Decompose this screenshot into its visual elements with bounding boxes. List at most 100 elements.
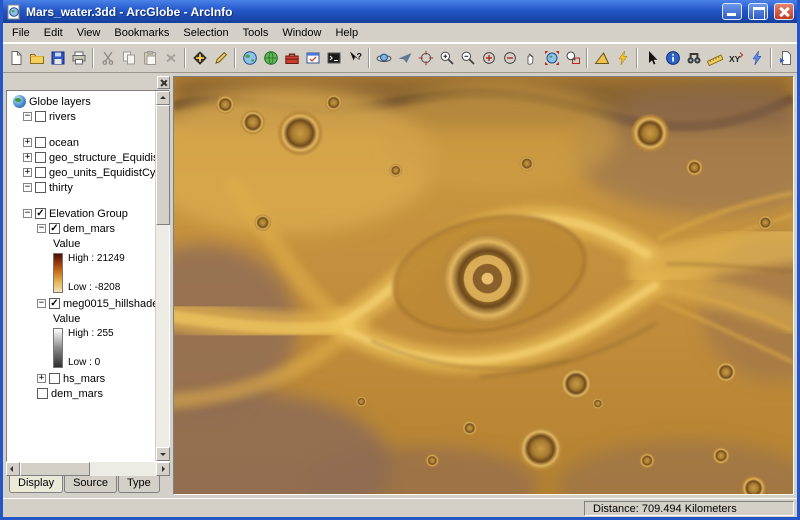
full-extent-button[interactable] xyxy=(541,47,562,69)
horizontal-scroll-track[interactable] xyxy=(20,462,156,476)
layer-label[interactable]: rivers xyxy=(49,111,76,123)
copy-button[interactable] xyxy=(118,47,139,69)
layer-checkbox[interactable] xyxy=(35,111,46,122)
layer-label[interactable]: geo_structure_EquidistC xyxy=(49,152,155,164)
scroll-up-button[interactable] xyxy=(156,91,170,105)
viewer-window-button[interactable] xyxy=(775,47,796,69)
print-button[interactable] xyxy=(68,47,89,69)
tab-type[interactable]: Type xyxy=(117,476,160,493)
zoom-in-button[interactable] xyxy=(436,47,457,69)
command-line-button[interactable] xyxy=(323,47,344,69)
toc-dock-grip[interactable] xyxy=(6,76,170,90)
scroll-down-button[interactable] xyxy=(156,447,170,461)
scroll-left-button[interactable] xyxy=(6,462,20,476)
editor-button[interactable] xyxy=(210,47,231,69)
toc-close-button[interactable] xyxy=(157,76,170,89)
legend-ramp-swatch xyxy=(53,253,63,293)
paste-button[interactable] xyxy=(139,47,160,69)
expand-toggle[interactable]: + xyxy=(37,374,46,383)
scroll-right-button[interactable] xyxy=(156,462,170,476)
expand-toggle[interactable]: + xyxy=(23,153,32,162)
tab-display[interactable]: Display xyxy=(9,476,64,493)
menu-file[interactable]: File xyxy=(5,24,37,42)
zoom-out-button[interactable] xyxy=(457,47,478,69)
menu-tools[interactable]: Tools xyxy=(236,24,276,42)
layer-label[interactable]: thirty xyxy=(49,182,73,194)
surface-slope-button[interactable] xyxy=(591,47,612,69)
layer-checkbox[interactable] xyxy=(35,137,46,148)
go-to-xy-button[interactable]: XY xyxy=(725,47,746,69)
menu-selection[interactable]: Selection xyxy=(176,24,235,42)
tab-source[interactable]: Source xyxy=(64,476,117,493)
title-bar[interactable]: Mars_water.3dd - ArcGlobe - ArcInfo xyxy=(3,0,797,23)
spatial-view-button[interactable] xyxy=(260,47,281,69)
save-button[interactable] xyxy=(47,47,68,69)
delete-button[interactable] xyxy=(160,47,181,69)
menu-help[interactable]: Help xyxy=(328,24,365,42)
find-button[interactable] xyxy=(683,47,704,69)
vertical-scroll-thumb[interactable] xyxy=(156,105,170,225)
layer-label[interactable]: Value xyxy=(53,313,80,325)
layer-label[interactable]: meg0015_hillshade.t xyxy=(63,298,155,310)
menu-edit[interactable]: Edit xyxy=(37,24,70,42)
layer-label[interactable]: dem_mars xyxy=(63,223,115,235)
pan-button[interactable] xyxy=(520,47,541,69)
menu-window[interactable]: Window xyxy=(275,24,328,42)
collapse-toggle[interactable]: − xyxy=(23,209,32,218)
map-viewport[interactable] xyxy=(173,76,794,495)
horizontal-scroll-thumb[interactable] xyxy=(20,462,90,476)
zoom-to-target-button[interactable] xyxy=(562,47,583,69)
layer-checkbox[interactable] xyxy=(35,152,46,163)
fixed-zoom-out-button[interactable] xyxy=(499,47,520,69)
layer-checkbox[interactable] xyxy=(35,182,46,193)
legend-low-label: Low : -8208 xyxy=(68,282,121,293)
toolbar-separator xyxy=(92,48,94,68)
layer-label[interactable]: dem_mars xyxy=(51,388,103,400)
navigate-button[interactable] xyxy=(373,47,394,69)
layer-label[interactable]: Globe layers xyxy=(29,96,91,108)
collapse-toggle[interactable]: − xyxy=(23,112,32,121)
fixed-zoom-in-button[interactable] xyxy=(478,47,499,69)
menu-bookmarks[interactable]: Bookmarks xyxy=(107,24,176,42)
expand-toggle[interactable]: + xyxy=(23,138,32,147)
layer-label[interactable]: ocean xyxy=(49,137,79,149)
toc-spacer xyxy=(7,195,155,206)
toc-vertical-scrollbar[interactable] xyxy=(155,91,170,461)
globe-view-button[interactable] xyxy=(239,47,260,69)
collapse-toggle[interactable]: − xyxy=(37,224,46,233)
select-features-button[interactable] xyxy=(641,47,662,69)
layer-label[interactable]: hs_mars xyxy=(63,373,105,385)
layer-label[interactable]: Elevation Group xyxy=(49,208,128,220)
layer-checkbox[interactable] xyxy=(35,167,46,178)
cut-button[interactable] xyxy=(97,47,118,69)
layer-checkbox[interactable]: ✓ xyxy=(49,223,60,234)
fly-button[interactable] xyxy=(394,47,415,69)
layer-checkbox[interactable] xyxy=(49,373,60,384)
toolbar: ? XY xyxy=(3,43,797,73)
open-button[interactable] xyxy=(26,47,47,69)
arctoolbox-button[interactable] xyxy=(281,47,302,69)
vertical-scroll-track[interactable] xyxy=(156,105,170,447)
layer-checkbox[interactable]: ✓ xyxy=(49,298,60,309)
close-button[interactable] xyxy=(774,3,794,20)
hyperlink-button[interactable] xyxy=(746,47,767,69)
menu-view[interactable]: View xyxy=(70,24,108,42)
toc-horizontal-scrollbar[interactable] xyxy=(6,462,170,476)
collapse-toggle[interactable]: − xyxy=(23,183,32,192)
center-on-target-button[interactable] xyxy=(415,47,436,69)
model-builder-button[interactable] xyxy=(302,47,323,69)
expand-toggle[interactable]: + xyxy=(23,168,32,177)
maximize-button[interactable] xyxy=(748,3,768,20)
measure-button[interactable] xyxy=(704,47,725,69)
spatial-analyst-button[interactable] xyxy=(612,47,633,69)
new-document-button[interactable] xyxy=(5,47,26,69)
add-data-button[interactable] xyxy=(189,47,210,69)
identify-button[interactable] xyxy=(662,47,683,69)
layer-checkbox[interactable] xyxy=(37,388,48,399)
layer-label[interactable]: geo_units_EquidistCyl xyxy=(49,167,155,179)
layer-label[interactable]: Value xyxy=(53,238,80,250)
collapse-toggle[interactable]: − xyxy=(37,299,46,308)
minimize-button[interactable] xyxy=(722,3,742,20)
layer-checkbox[interactable]: ✓ xyxy=(35,208,46,219)
whats-this-button[interactable]: ? xyxy=(344,47,365,69)
